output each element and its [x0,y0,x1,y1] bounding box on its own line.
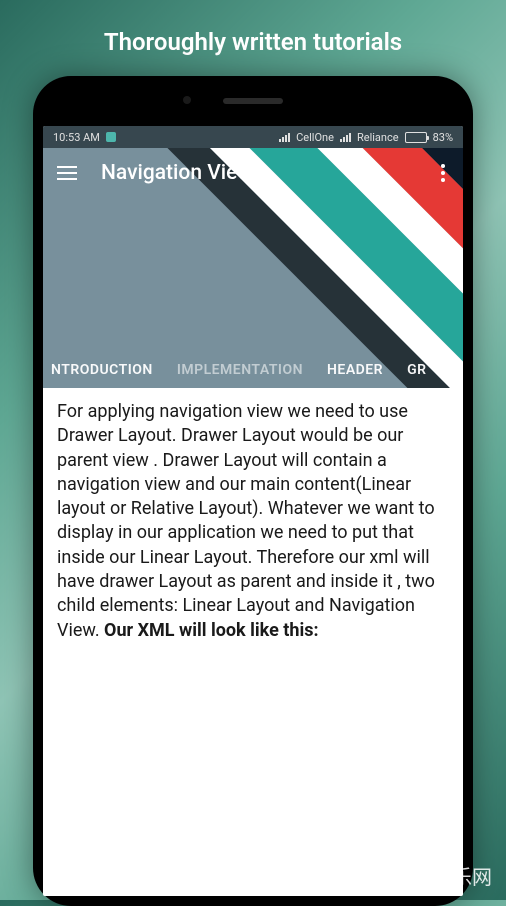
signal-icon-2 [340,132,351,142]
carrier-2: Reliance [357,131,399,144]
carrier-1: CellOne [296,131,334,144]
battery-icon [405,132,427,143]
tab-bar: NTRODUCTION IMPLEMENTATION HEADER GR [43,362,463,388]
notification-icon [106,132,116,142]
phone-frame: 10:53 AM CellOne Reliance 83% [33,76,473,906]
content-body: For applying navigation view we need to … [57,401,435,641]
signal-icon-1 [279,132,290,142]
promo-title: Thoroughly written tutorials [0,0,506,76]
status-time: 10:53 AM [53,131,100,144]
tutorial-content[interactable]: For applying navigation view we need to … [43,388,463,655]
watermark-text: d.cn 当乐网 [389,861,492,890]
tab-implementation[interactable]: IMPLEMENTATION [177,362,303,378]
page-title: Navigation View [101,161,437,185]
overflow-menu-icon[interactable] [437,160,449,186]
tab-groups[interactable]: GR [407,362,426,378]
phone-speaker [223,98,283,104]
phone-camera [183,96,191,104]
watermark: d.cn 当乐网 [389,861,492,890]
status-bar: 10:53 AM CellOne Reliance 83% [43,126,463,148]
hamburger-icon[interactable] [57,166,77,180]
content-bold: Our XML will look like this: [104,620,319,641]
tab-header[interactable]: HEADER [327,362,383,378]
app-bar: Navigation View [43,148,463,198]
phone-screen: 10:53 AM CellOne Reliance 83% [43,126,463,896]
collapsing-header: Navigation View NTRODUCTION IMPLEMENTATI… [43,148,463,388]
tab-introduction[interactable]: NTRODUCTION [51,362,153,378]
battery-percent: 83% [433,131,453,144]
